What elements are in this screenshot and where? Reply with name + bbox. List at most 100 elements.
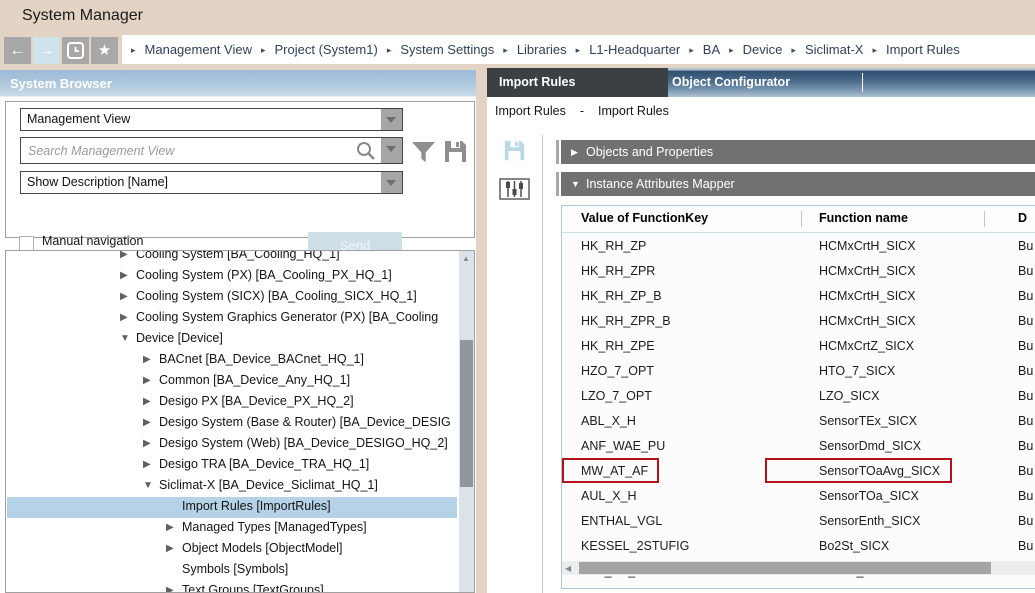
cell-description: Bu (1018, 364, 1033, 378)
section-instance-attributes-mapper[interactable]: ▼ Instance Attributes Mapper (556, 172, 1035, 196)
search-icon[interactable] (356, 141, 376, 161)
tab-object-configurator[interactable]: Object Configurator (672, 68, 790, 97)
tree-item[interactable]: ▶Desigo System (Web) [BA_Device_DESIGO_H… (7, 434, 457, 455)
expand-icon[interactable]: ▶ (143, 459, 157, 470)
expand-icon[interactable]: ▶ (120, 250, 134, 260)
breadcrumb-separator-icon: ▸ (729, 45, 734, 55)
breadcrumb-separator-icon: ▸ (791, 45, 796, 55)
cell-function-name: SensorTEx_SICX (819, 414, 917, 428)
breadcrumb-item[interactable]: L1-Headquarter (589, 42, 680, 57)
chevron-down-icon[interactable] (381, 172, 402, 193)
table-row[interactable]: HZO_7_OPTHTO_7_SICXBu (562, 359, 1035, 384)
tree-item[interactable]: ▶Text Groups [TextGroups] (7, 581, 457, 593)
breadcrumb-item[interactable]: Libraries (517, 42, 567, 57)
tree-scrollbar[interactable]: ▲ (459, 251, 474, 592)
tree-item[interactable]: Import Rules [ImportRules] (7, 497, 457, 518)
table-row[interactable]: ENTHAL_VGLSensorEnth_SICXBu (562, 509, 1035, 534)
tree-item[interactable]: ▶Managed Types [ManagedTypes] (7, 518, 457, 539)
breadcrumb-item[interactable]: Import Rules (886, 42, 960, 57)
save-search-icon[interactable] (443, 139, 468, 164)
column-header-function-name[interactable]: Function name (819, 211, 908, 225)
breadcrumb-item[interactable]: Siclimat-X (805, 42, 864, 57)
save-icon[interactable] (503, 139, 526, 162)
column-separator[interactable] (801, 211, 802, 227)
breadcrumb-item[interactable]: Project (System1) (275, 42, 378, 57)
workspace-panel: Import Rules Object Configurator Import … (487, 68, 1035, 593)
expand-icon[interactable]: ▶ (120, 312, 134, 323)
expand-icon[interactable]: ▶ (166, 522, 180, 533)
table-row[interactable]: HK_RH_ZP_BHCMxCrtH_SICXBu (562, 284, 1035, 309)
expand-icon[interactable]: ▶ (143, 417, 157, 428)
tab-import-rules[interactable]: Import Rules (487, 68, 668, 97)
cell-function-key: ANF_WAE_PU (581, 439, 665, 453)
forward-button[interactable]: → (33, 37, 60, 64)
column-header-description[interactable]: D (1018, 211, 1027, 225)
expand-icon[interactable]: ▶ (166, 585, 180, 593)
filter-icon[interactable] (411, 141, 436, 164)
expand-icon[interactable]: ▶ (120, 291, 134, 302)
collapse-icon[interactable]: ▼ (571, 179, 580, 189)
tree-item[interactable]: ▶Desigo TRA [BA_Device_TRA_HQ_1] (7, 455, 457, 476)
expand-icon[interactable]: ▶ (143, 354, 157, 365)
search-input[interactable] (21, 138, 351, 163)
breadcrumb-item[interactable]: System Settings (400, 42, 494, 57)
table-row[interactable]: AUL_X_HSensorTOa_SICXBu (562, 484, 1035, 509)
scrollbar-thumb[interactable] (579, 562, 991, 574)
tree-item[interactable]: ▶Cooling System (PX) [BA_Cooling_PX_HQ_1… (7, 266, 457, 287)
manual-navigation-checkbox[interactable] (19, 236, 34, 251)
tree-item[interactable]: ▶Cooling System Graphics Generator (PX) … (7, 308, 457, 329)
table-horizontal-scrollbar[interactable]: ◀ (562, 561, 1035, 575)
column-header-function-key[interactable]: Value of FunctionKey (581, 211, 708, 225)
tree-item[interactable]: Symbols [Symbols] (7, 560, 457, 581)
expand-icon[interactable]: ▶ (120, 270, 134, 281)
breadcrumb-item[interactable]: Device (743, 42, 783, 57)
table-row[interactable]: HK_RH_ZPHCMxCrtH_SICXBu (562, 234, 1035, 259)
table-row[interactable]: ANF_WAE_PUSensorDmd_SICXBu (562, 434, 1035, 459)
forward-arrow-icon: → (39, 42, 55, 59)
tree-item[interactable]: ▶Object Models [ObjectModel] (7, 539, 457, 560)
section-objects-and-properties[interactable]: ▶ Objects and Properties (556, 140, 1035, 164)
tree-item[interactable]: ▶Cooling System (SICX) [BA_Cooling_SICX_… (7, 287, 457, 308)
scrollbar-thumb[interactable] (460, 340, 473, 487)
favorites-button[interactable]: ★ (91, 37, 118, 64)
cell-description: Bu (1018, 464, 1033, 478)
panel-splitter[interactable] (476, 68, 487, 593)
expand-icon[interactable]: ▶ (571, 147, 578, 158)
expand-icon[interactable]: ▶ (143, 375, 157, 386)
expand-icon[interactable]: ▶ (143, 396, 157, 407)
table-row[interactable]: HK_RH_ZPEHCMxCrtZ_SICXBu (562, 334, 1035, 359)
collapse-icon[interactable]: ▼ (120, 333, 134, 344)
back-button[interactable]: ← (4, 37, 31, 64)
tree-item[interactable]: ▶Desigo PX [BA_Device_PX_HQ_2] (7, 392, 457, 413)
expand-icon[interactable]: ▶ (143, 438, 157, 449)
table-row[interactable]: HK_RH_ZPRHCMxCrtH_SICXBu (562, 259, 1035, 284)
cell-function-key: HK_RH_ZP (581, 239, 646, 253)
tree-item[interactable]: ▶Cooling System [BA_Cooling_HQ_1] (7, 250, 457, 266)
table-row[interactable]: ABL_X_HSensorTEx_SICXBu (562, 409, 1035, 434)
table-row[interactable]: KESSEL_2STUFIGBo2St_SICXBu (562, 534, 1035, 559)
tree-item[interactable]: ▶Desigo System (Base & Router) [BA_Devic… (7, 413, 457, 434)
search-options-chevron-icon[interactable] (381, 138, 402, 163)
breadcrumb-item[interactable]: Management View (145, 42, 252, 57)
settings-sliders-icon[interactable] (499, 178, 530, 200)
view-dropdown[interactable]: Management View (20, 108, 403, 131)
tree-item[interactable]: ▶BACnet [BA_Device_BACnet_HQ_1] (7, 350, 457, 371)
breadcrumb-item[interactable]: BA (703, 42, 720, 57)
scroll-left-icon[interactable]: ◀ (565, 564, 571, 573)
tree-item-label: Device [Device] (136, 331, 223, 345)
column-separator[interactable] (984, 211, 985, 227)
tree-item[interactable]: ▶Common [BA_Device_Any_HQ_1] (7, 371, 457, 392)
expand-icon[interactable]: ▶ (166, 543, 180, 554)
display-mode-dropdown[interactable]: Show Description [Name] (20, 171, 403, 194)
table-row[interactable]: LZO_7_OPTLZO_SICXBu (562, 384, 1035, 409)
chevron-down-icon[interactable] (381, 109, 402, 130)
breadcrumb-separator-icon: ▸ (689, 45, 694, 55)
collapse-icon[interactable]: ▼ (143, 480, 157, 491)
tree-item[interactable]: ▼Device [Device] (7, 329, 457, 350)
history-button[interactable] (62, 37, 89, 64)
search-box (20, 137, 403, 164)
tab-divider (862, 73, 863, 92)
tree-item[interactable]: ▼Siclimat-X [BA_Device_Siclimat_HQ_1] (7, 476, 457, 497)
table-row[interactable]: HK_RH_ZPR_BHCMxCrtH_SICXBu (562, 309, 1035, 334)
scroll-up-icon[interactable]: ▲ (462, 254, 470, 263)
